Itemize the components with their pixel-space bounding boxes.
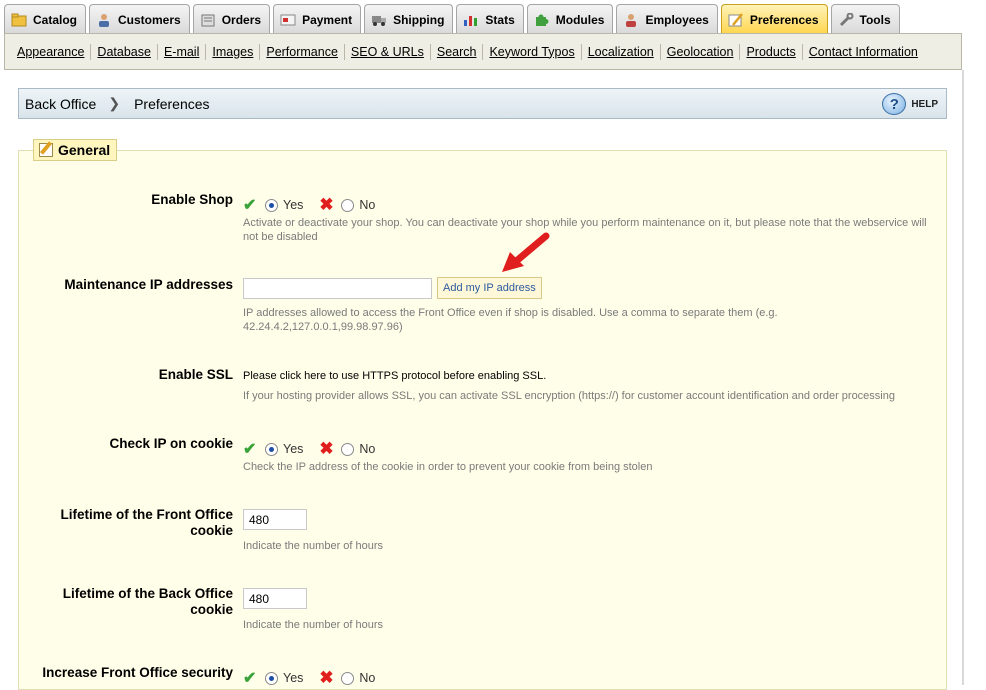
maintenance-ip-label: Maintenance IP addresses [64, 277, 233, 292]
enable-ssl-link[interactable]: Please click here to use HTTPS protocol … [243, 370, 546, 382]
customer-icon [96, 13, 112, 27]
subnav-contact-information[interactable]: Contact Information [803, 44, 924, 60]
tab-label: Preferences [749, 12, 819, 27]
enable-shop-label: Enable Shop [151, 192, 233, 207]
truck-icon [371, 13, 387, 27]
enable-shop-radio-group: ✔ Yes ✖ No [243, 195, 375, 215]
front-security-label: Increase Front Office security [42, 665, 233, 680]
subnav-email[interactable]: E-mail [158, 43, 207, 60]
help-icon: ? [882, 93, 907, 115]
chart-icon [463, 13, 479, 27]
breadcrumb: Back Office ❯ Preferences ? HELP [18, 88, 947, 119]
subnav-search[interactable]: Search [431, 43, 484, 60]
subnav-products[interactable]: Products [740, 43, 803, 60]
maintenance-ip-input[interactable] [243, 278, 432, 299]
tab-employees[interactable]: Employees [616, 4, 718, 34]
tab-stats[interactable]: Stats [456, 4, 524, 34]
wrench-icon [838, 12, 854, 27]
back-cookie-input[interactable] [243, 588, 307, 609]
tab-shipping[interactable]: Shipping [364, 4, 454, 34]
check-ip-hint: Check the IP address of the cookie in or… [243, 461, 653, 473]
enable-ssl-hint: If your hosting provider allows SSL, you… [243, 390, 895, 402]
tab-label: Stats [485, 12, 515, 27]
legend-label: General [58, 142, 111, 158]
tab-label: Tools [859, 12, 891, 27]
subnav-keyword-typos[interactable]: Keyword Typos [483, 43, 582, 60]
front-cookie-label: Lifetime of the Front Office cookie [60, 507, 233, 539]
tab-label: Employees [645, 12, 709, 27]
payment-icon [280, 13, 296, 27]
check-icon: ✔ [243, 441, 257, 458]
folder-icon [11, 13, 27, 27]
front-cookie-hint: Indicate the number of hours [243, 540, 384, 552]
subnav-appearance[interactable]: Appearance [11, 43, 92, 60]
tab-label: Shipping [393, 12, 445, 27]
preferences-icon [728, 12, 744, 27]
chevron-right-icon: ❯ [108, 95, 121, 111]
cross-icon: ✖ [319, 668, 334, 687]
front-cookie-label-line1: Lifetime of the Front Office [60, 507, 233, 522]
breadcrumb-current: Preferences [134, 95, 210, 112]
tab-label: Orders [221, 12, 262, 27]
tab-payment[interactable]: Payment [273, 4, 362, 34]
subnav-images[interactable]: Images [206, 43, 261, 60]
check-ip-no-radio[interactable] [341, 442, 355, 456]
tab-orders[interactable]: Orders [192, 4, 271, 34]
yes-label: Yes [283, 671, 304, 685]
tab-customers[interactable]: Customers [89, 4, 190, 34]
enable-shop-no-radio[interactable] [341, 198, 355, 212]
front-security-no-radio[interactable] [341, 671, 355, 685]
back-cookie-label-line2: cookie [190, 602, 233, 617]
yes-label: Yes [283, 442, 304, 456]
red-arrow-annotation [502, 232, 550, 272]
back-cookie-label-line1: Lifetime of the Back Office [62, 586, 233, 601]
subnav-performance[interactable]: Performance [260, 43, 345, 60]
enable-shop-hint: Activate or deactivate your shop. You ca… [243, 217, 927, 243]
check-icon: ✔ [243, 670, 257, 687]
tab-label: Customers [118, 12, 181, 27]
subnav-database[interactable]: Database [91, 43, 158, 60]
no-label: No [359, 198, 376, 212]
check-ip-label: Check IP on cookie [109, 436, 233, 451]
front-cookie-label-line2: cookie [190, 523, 233, 538]
check-ip-radio-group: ✔ Yes ✖ No [243, 439, 375, 459]
maintenance-ip-hint: IP addresses allowed to access the Front… [243, 307, 778, 333]
cross-icon: ✖ [319, 195, 334, 214]
add-my-ip-button[interactable]: Add my IP address [437, 277, 542, 299]
orders-icon [200, 13, 216, 27]
back-cookie-hint: Indicate the number of hours [243, 619, 384, 631]
back-cookie-label: Lifetime of the Back Office cookie [63, 586, 233, 618]
subnav-localization[interactable]: Localization [582, 43, 661, 60]
yes-label: Yes [283, 198, 304, 212]
tab-label: Payment [302, 12, 353, 27]
preferences-subnav: Appearance Database E-mail Images Perfor… [4, 33, 962, 70]
page-scroll-edge [962, 70, 964, 685]
help-label: HELP [911, 98, 938, 110]
tab-tools[interactable]: Tools [830, 4, 900, 34]
enable-ssl-label: Enable SSL [158, 367, 233, 382]
check-icon: ✔ [243, 197, 257, 214]
help-button[interactable]: ? HELP [882, 93, 938, 115]
no-label: No [359, 442, 376, 456]
check-ip-yes-radio[interactable] [265, 442, 278, 456]
subnav-geolocation[interactable]: Geolocation [661, 43, 741, 60]
front-security-yes-radio[interactable] [265, 671, 278, 685]
tab-catalog[interactable]: Catalog [4, 4, 87, 34]
tab-label: Modules [555, 12, 605, 27]
main-tabs: Catalog Customers Orders Payment Shippin… [4, 4, 903, 34]
subnav-seo-urls[interactable]: SEO & URLs [345, 43, 431, 60]
edit-icon [39, 143, 53, 157]
no-label: No [359, 671, 376, 685]
front-cookie-input[interactable] [243, 509, 307, 530]
enable-shop-yes-radio[interactable] [265, 198, 278, 212]
employee-icon [623, 13, 639, 27]
tab-preferences[interactable]: Preferences [720, 4, 828, 34]
tab-modules[interactable]: Modules [526, 4, 614, 34]
puzzle-icon [534, 13, 550, 27]
fieldset-legend: General [33, 139, 118, 161]
front-security-radio-group: ✔ Yes ✖ No [243, 668, 375, 688]
breadcrumb-root[interactable]: Back Office [25, 96, 96, 112]
tab-label: Catalog [33, 12, 78, 27]
cross-icon: ✖ [319, 439, 334, 458]
